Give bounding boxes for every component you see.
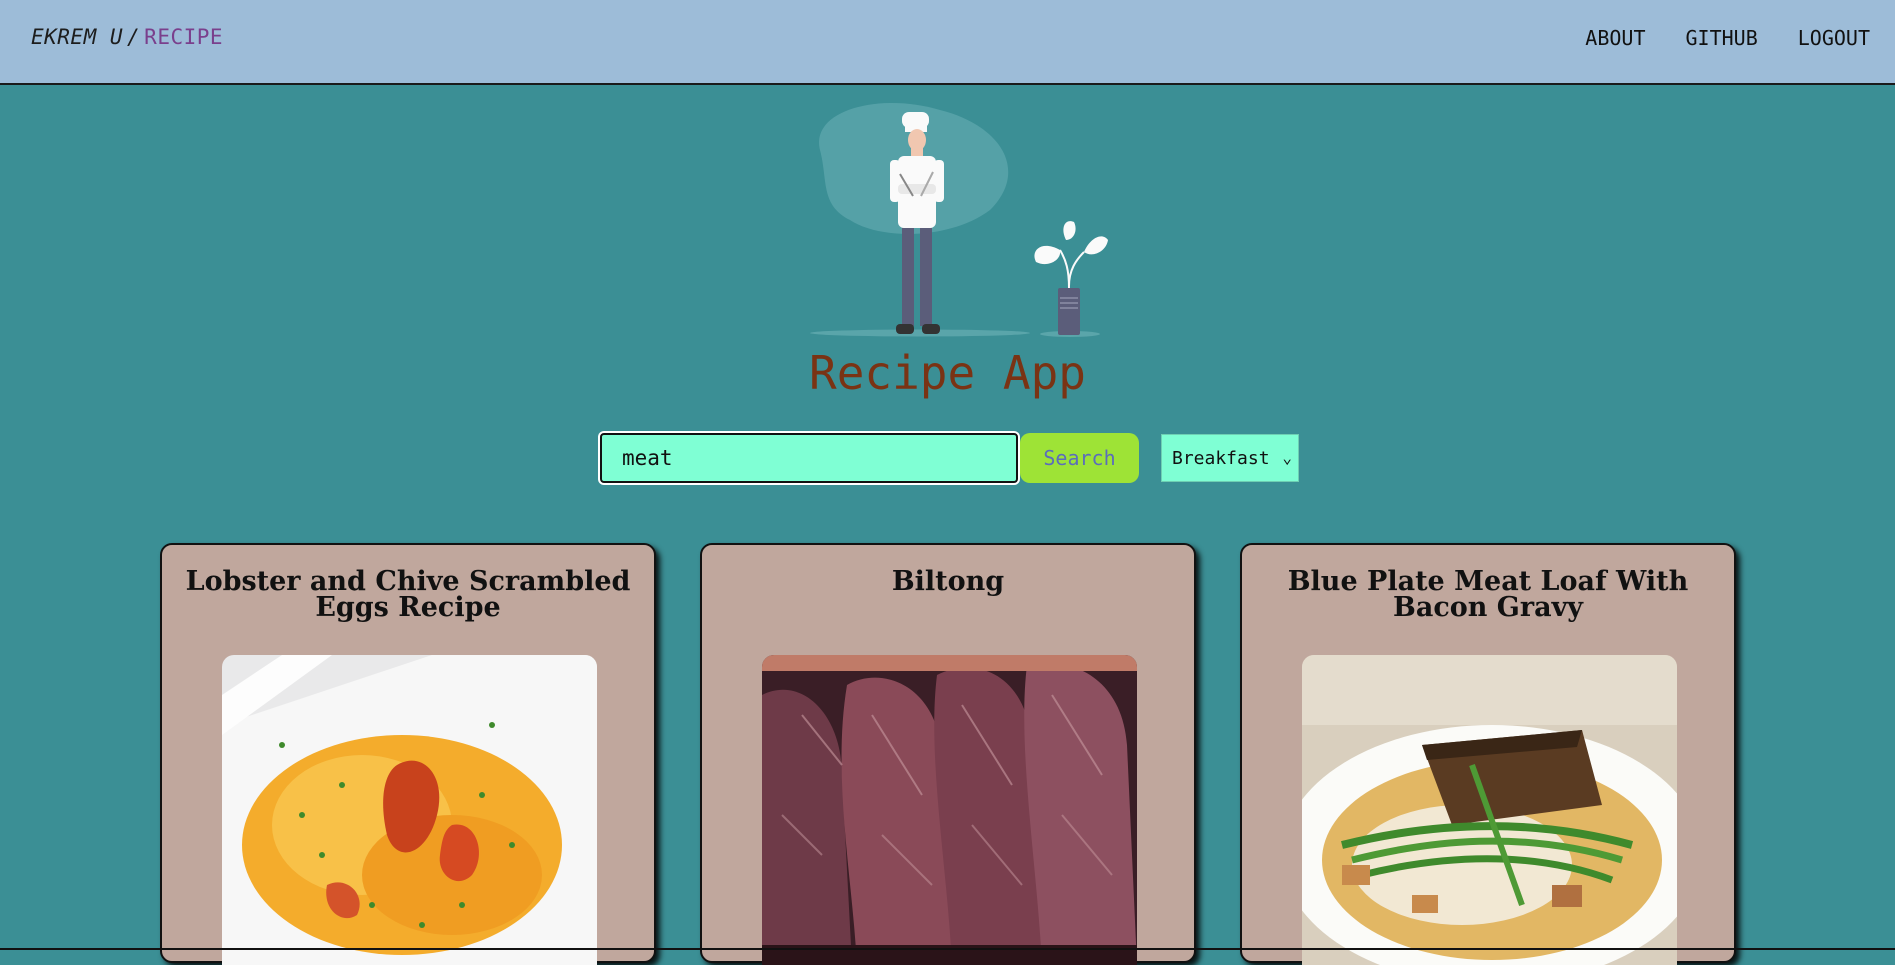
chef-illustration <box>790 100 1110 345</box>
nav-links: ABOUT GITHUB LOGOUT <box>1585 26 1870 50</box>
app-title: Recipe App <box>809 346 1086 400</box>
meal-type-selected: Breakfast <box>1172 447 1270 469</box>
recipe-card[interactable]: Blue Plate Meat Loaf With Bacon Gravy <box>1240 543 1736 965</box>
nav-link-logout[interactable]: LOGOUT <box>1798 26 1870 50</box>
nav-link-github[interactable]: GITHUB <box>1686 26 1758 50</box>
navbar: EKREM U / RECIPE ABOUT GITHUB LOGOUT <box>0 0 1895 85</box>
chevron-down-icon: ⌄ <box>1282 448 1292 467</box>
search-button[interactable]: Search <box>1020 433 1139 483</box>
search-input[interactable] <box>600 433 1018 483</box>
brand-accent: RECIPE <box>144 25 224 49</box>
recipe-title: Lobster and Chive Scrambled Eggs Recipe <box>185 566 631 623</box>
brand-name: EKREM U <box>31 25 124 49</box>
scrambled-eggs-photo <box>222 655 597 965</box>
recipe-card[interactable]: Lobster and Chive Scrambled Eggs Recipe <box>160 543 656 965</box>
nav-link-about[interactable]: ABOUT <box>1585 26 1645 50</box>
recipe-title: Biltong <box>891 566 1005 597</box>
brand-separator: / <box>127 25 141 49</box>
recipe-card[interactable]: Biltong <box>700 543 1196 965</box>
meal-type-select[interactable]: Breakfast ⌄ <box>1161 434 1299 482</box>
brand-logo[interactable]: EKREM U / RECIPE <box>31 25 223 49</box>
biltong-photo <box>762 655 1137 965</box>
meat-loaf-photo <box>1302 655 1677 965</box>
recipe-title: Blue Plate Meat Loaf With Bacon Gravy <box>1287 566 1689 623</box>
